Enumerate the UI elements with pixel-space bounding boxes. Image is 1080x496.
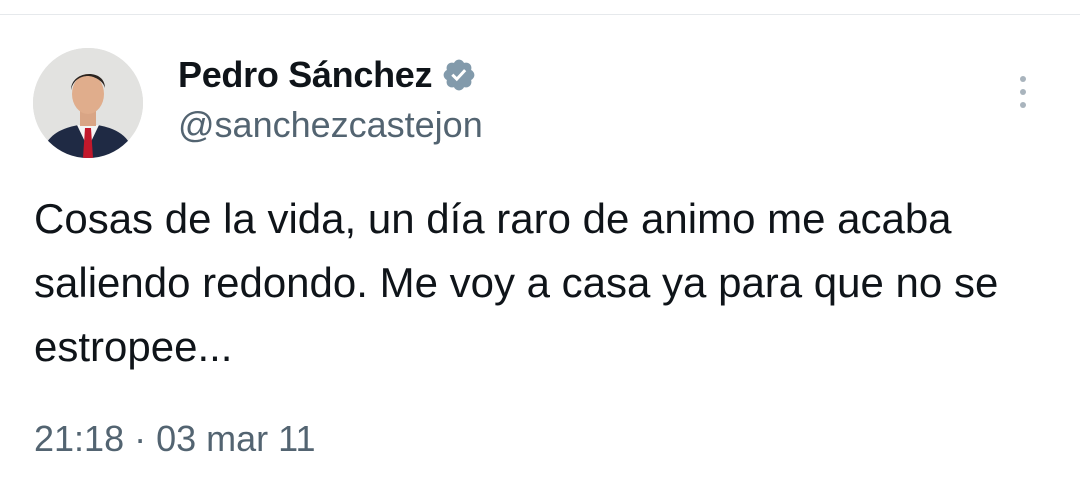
avatar[interactable] bbox=[33, 48, 143, 158]
author-name-row: Pedro Sánchez bbox=[178, 52, 477, 98]
more-dot bbox=[1020, 102, 1026, 108]
display-name[interactable]: Pedro Sánchez bbox=[178, 54, 432, 96]
author-handle[interactable]: @sanchezcastejon bbox=[178, 104, 483, 146]
top-divider bbox=[0, 14, 1080, 15]
tweet-meta: 21:18 · 03 mar 11 bbox=[34, 418, 316, 460]
more-dot bbox=[1020, 89, 1026, 95]
tweet-time[interactable]: 21:18 bbox=[34, 418, 124, 459]
tweet-text: Cosas de la vida, un día raro de animo m… bbox=[34, 195, 999, 370]
tweet-date[interactable]: 03 mar 11 bbox=[156, 418, 315, 459]
profile-photo bbox=[33, 48, 143, 158]
verified-badge-icon bbox=[441, 57, 477, 93]
meta-separator: · bbox=[134, 418, 147, 459]
more-dot bbox=[1020, 76, 1026, 82]
more-options-icon[interactable] bbox=[1006, 70, 1040, 114]
